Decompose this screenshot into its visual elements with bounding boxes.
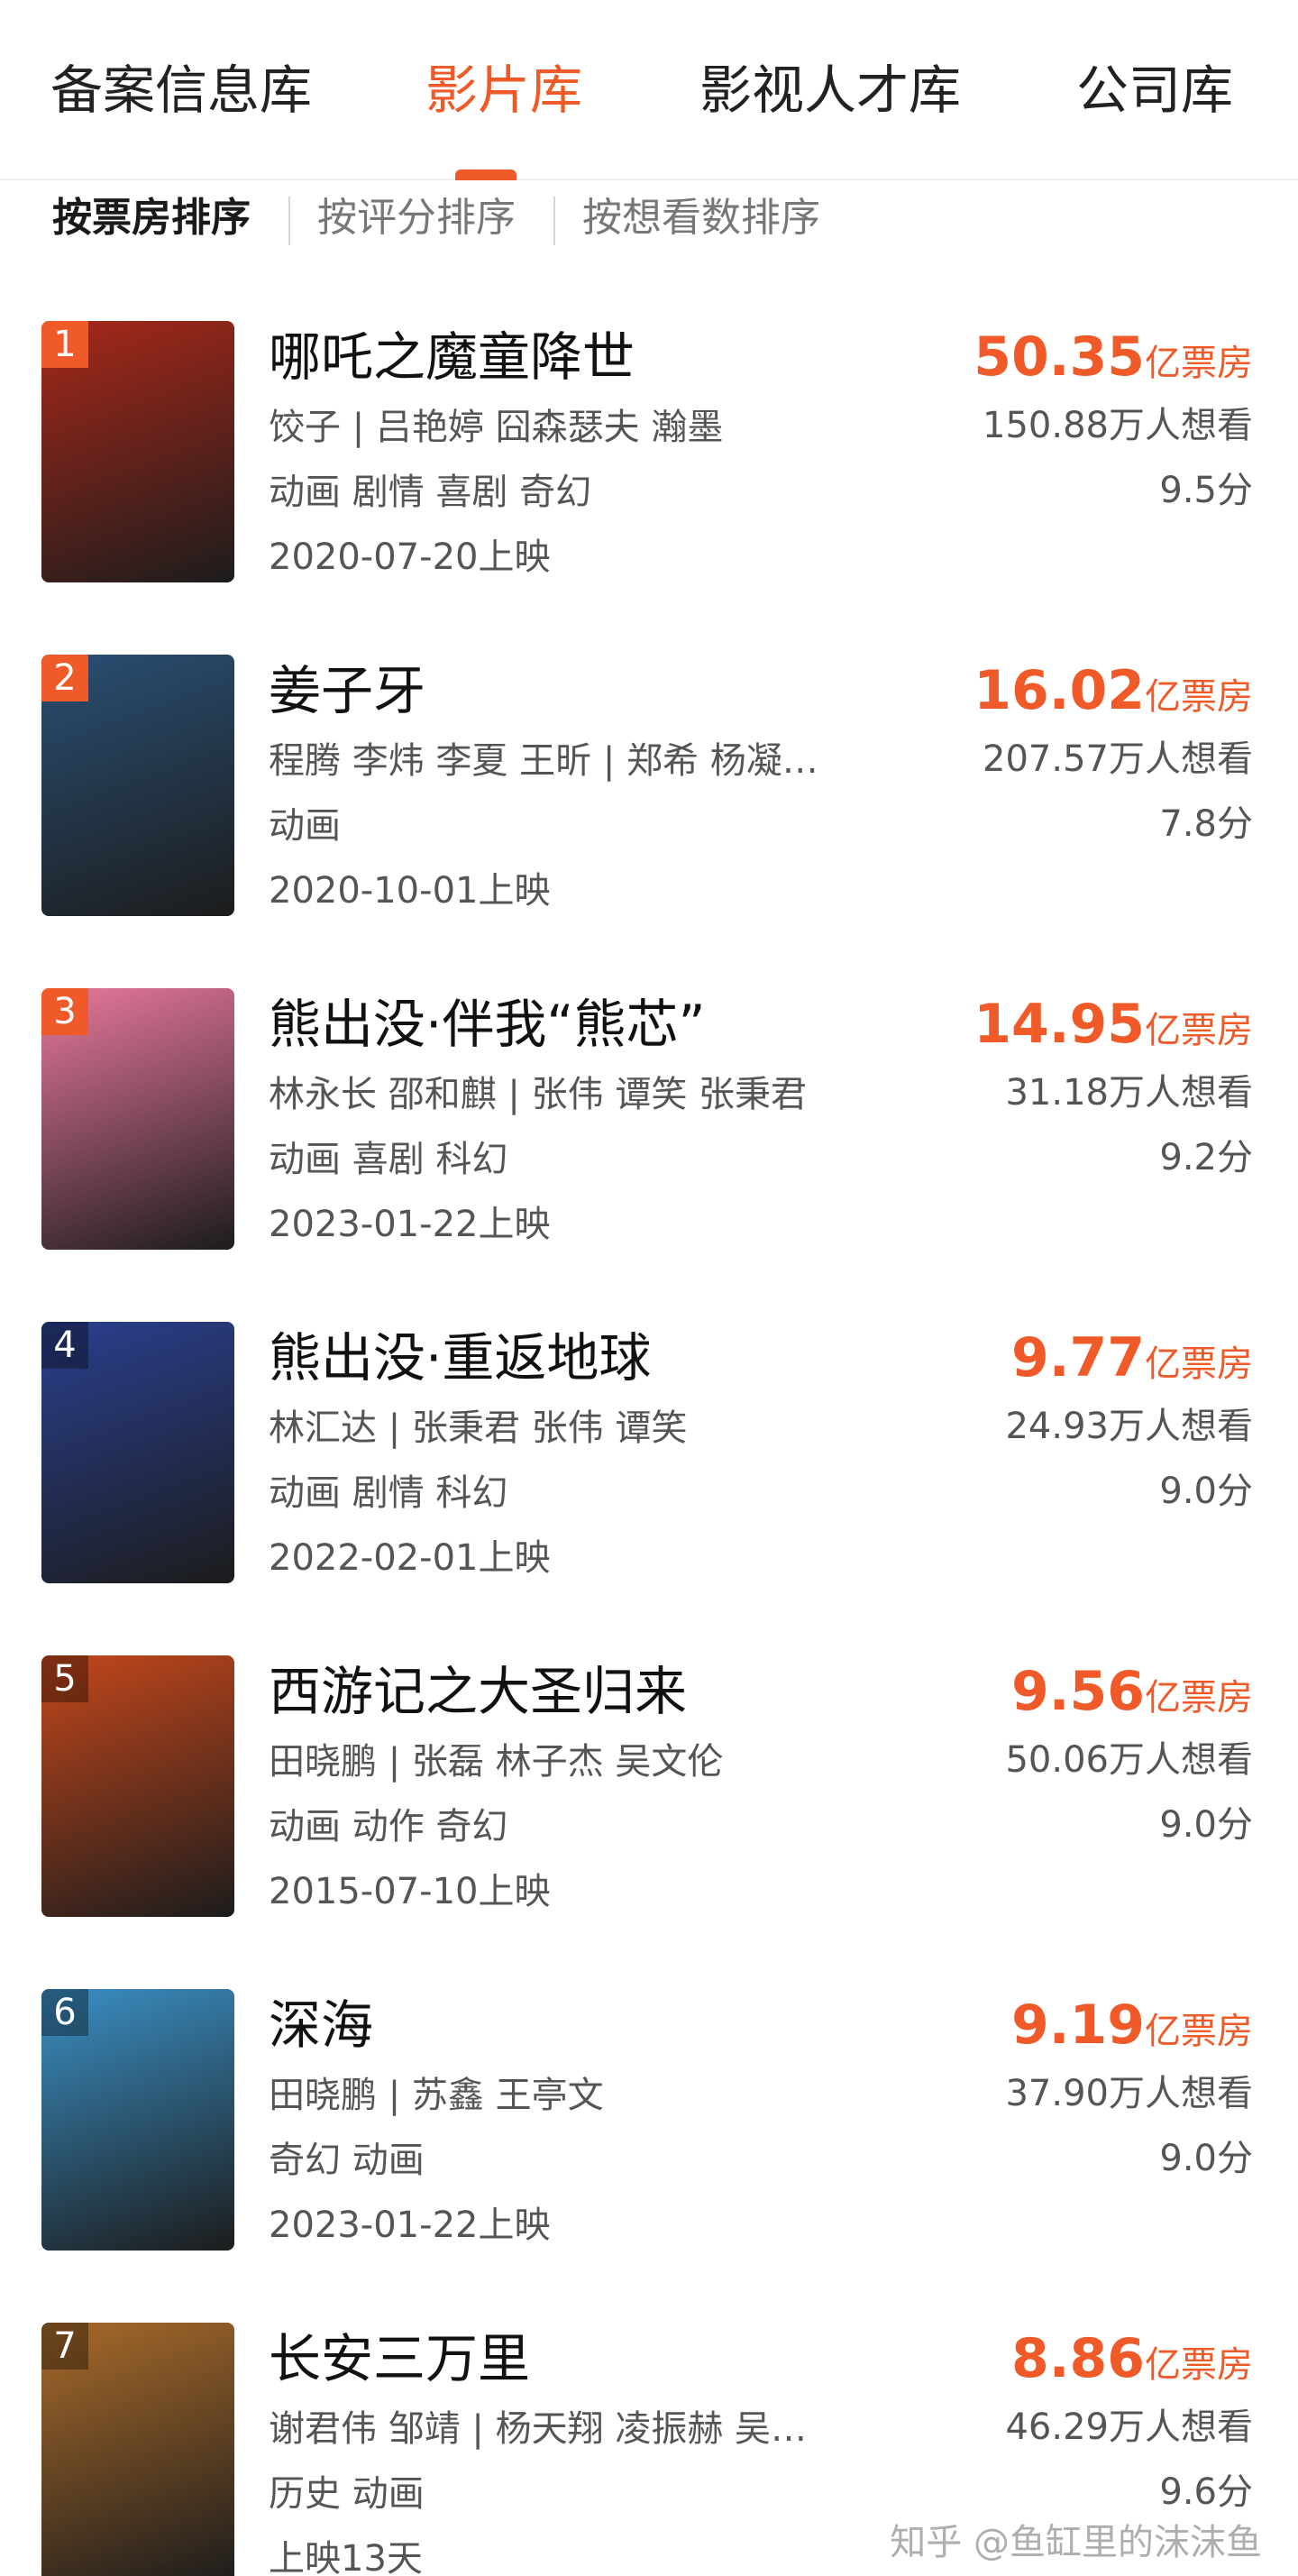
want-count: 24.93万人想看 <box>1005 1406 1253 1447</box>
box-office-value: 9.77 <box>1010 1326 1145 1389</box>
movie-poster[interactable]: 4 <box>41 1322 234 1583</box>
movie-title[interactable]: 长安三万里 <box>269 2323 530 2395</box>
want-count: 50.06万人想看 <box>1005 1739 1253 1781</box>
rank-badge: 2 <box>41 655 88 701</box>
sort-by-want-count[interactable]: 按想看数排序 <box>582 191 820 245</box>
movie-score: 9.2分 <box>1159 1137 1253 1178</box>
rank-badge: 7 <box>41 2323 88 2370</box>
box-office: 9.19亿票房 <box>1011 1989 1253 2061</box>
movie-row[interactable]: 1 哪吒之魔童降世饺子 | 吕艳婷 囧森瑟夫 瀚墨 动画 剧情 喜剧 奇幻 2020-… <box>0 321 1298 653</box>
tab-filing-info[interactable]: 备案信息库 <box>50 54 312 126</box>
movie-release: 上映13天 <box>269 2538 423 2576</box>
movie-score: 9.0分 <box>1159 1804 1253 1846</box>
rank-badge: 3 <box>41 988 88 1035</box>
movie-cast: 田晓鹏 | 苏鑫 王亭文 <box>269 2075 604 2116</box>
tab-talent-library[interactable]: 影视人才库 <box>699 54 961 126</box>
active-tab-indicator <box>455 170 516 180</box>
box-office-value: 16.02 <box>974 659 1145 722</box>
box-office: 9.56亿票房 <box>1011 1655 1253 1728</box>
movie-score: 9.0分 <box>1159 1471 1253 1512</box>
box-office: 8.86亿票房 <box>1011 2323 1253 2395</box>
movie-row[interactable]: 6 深海田晓鹏 | 苏鑫 王亭文 奇幻 动画 2023-01-22上映 9.19亿票房 3… <box>0 1989 1298 2321</box>
rank-badge: 4 <box>41 1322 88 1369</box>
want-count: 37.90万人想看 <box>1005 2073 1253 2114</box>
movie-row[interactable]: 2 姜子牙程腾 李炜 李夏 王昕 | 郑希 杨凝… 动画 2020-10-01上映 16… <box>0 655 1298 986</box>
movie-release: 2023-01-22上映 <box>269 1204 551 1245</box>
want-count: 31.18万人想看 <box>1005 1072 1253 1114</box>
movie-poster[interactable]: 3 <box>41 988 234 1250</box>
rank-badge: 6 <box>41 1989 88 2036</box>
box-office-unit: 亿票房 <box>1145 2344 1253 2386</box>
tab-company-library[interactable]: 公司库 <box>1076 54 1233 126</box>
movie-release: 2015-07-10上映 <box>269 1871 551 1912</box>
sort-by-box-office[interactable]: 按票房排序 <box>52 191 251 245</box>
movie-score: 7.8分 <box>1159 803 1253 845</box>
movie-cast: 谢君伟 邹靖 | 杨天翔 凌振赫 吴… <box>269 2408 808 2450</box>
movie-score: 9.0分 <box>1159 2138 1253 2179</box>
box-office-unit: 亿票房 <box>1145 1010 1253 1051</box>
box-office-value: 9.19 <box>1010 1994 1145 2057</box>
box-office: 16.02亿票房 <box>974 655 1253 727</box>
sort-bar: 按票房排序 按评分排序 按想看数排序 <box>0 180 1298 261</box>
movie-cast: 田晓鹏 | 张磊 林子杰 吴文伦 <box>269 1741 724 1783</box>
movie-release: 2020-07-20上映 <box>269 536 551 578</box>
box-office-value: 8.86 <box>1010 2327 1145 2390</box>
box-office-value: 9.56 <box>1010 1660 1145 1723</box>
top-tab-bar: 备案信息库 影片库 影视人才库 公司库 <box>0 0 1298 180</box>
box-office-unit: 亿票房 <box>1145 1343 1253 1385</box>
box-office: 9.77亿票房 <box>1011 1322 1253 1394</box>
movie-genres: 历史 动画 <box>269 2473 425 2515</box>
box-office-unit: 亿票房 <box>1145 1677 1253 1719</box>
movie-poster[interactable]: 1 <box>41 321 234 582</box>
movie-release: 2022-02-01上映 <box>269 1537 551 1579</box>
movie-row[interactable]: 4 熊出没·重返地球林汇达 | 张秉君 张伟 谭笑 动画 剧情 科幻 2022-02-… <box>0 1322 1298 1654</box>
want-count: 46.29万人想看 <box>1005 2406 1253 2448</box>
sort-by-rating[interactable]: 按评分排序 <box>317 191 516 245</box>
box-office-unit: 亿票房 <box>1145 676 1253 718</box>
movie-library-page: 备案信息库 影片库 影视人才库 公司库 按票房排序 按评分排序 按想看数排序 1… <box>0 0 1298 2576</box>
movie-title[interactable]: 深海 <box>269 1989 373 2061</box>
movie-cast: 林汇达 | 张秉君 张伟 谭笑 <box>269 1407 688 1449</box>
box-office: 14.95亿票房 <box>974 988 1253 1060</box>
movie-poster[interactable]: 2 <box>41 655 234 916</box>
movie-cast: 程腾 李炜 李夏 王昕 | 郑希 杨凝… <box>269 740 818 782</box>
box-office-value: 14.95 <box>974 993 1145 1056</box>
movie-release: 2020-10-01上映 <box>269 870 551 912</box>
watermark: 知乎 @鱼缸里的沫沫鱼 <box>890 2522 1262 2563</box>
movie-title[interactable]: 姜子牙 <box>269 655 425 727</box>
movie-row[interactable]: 3 熊出没·伴我“熊芯” 林永长 邵和麒 | 张伟 谭笑 张秉君 动画 喜剧 科幻 20… <box>0 988 1298 1320</box>
movie-score: 9.6分 <box>1159 2471 1253 2513</box>
movie-genres: 动画 剧情 喜剧 奇幻 <box>269 472 592 513</box>
movie-row[interactable]: 5 西游记之大圣归来田晓鹏 | 张磊 林子杰 吴文伦 动画 动作 奇幻 2015-07… <box>0 1655 1298 1987</box>
movie-title[interactable]: 熊出没·重返地球 <box>269 1322 651 1394</box>
tab-movie-library[interactable]: 影片库 <box>425 54 582 126</box>
movie-poster[interactable]: 6 <box>41 1989 234 2251</box>
movie-score: 9.5分 <box>1159 470 1253 511</box>
movie-genres: 动画 动作 奇幻 <box>269 1806 508 1847</box>
movie-genres: 动画 剧情 科幻 <box>269 1472 508 1514</box>
box-office-value: 50.35 <box>974 325 1145 389</box>
sort-divider <box>553 197 555 245</box>
movie-release: 2023-01-22上映 <box>269 2205 551 2246</box>
movie-genres: 动画 <box>269 805 341 847</box>
movie-title[interactable]: 熊出没·伴我“熊芯” <box>269 988 706 1060</box>
rank-badge: 1 <box>41 321 88 368</box>
want-count: 207.57万人想看 <box>983 738 1253 780</box>
movie-title[interactable]: 哪吒之魔童降世 <box>269 321 635 393</box>
movie-cast: 林永长 邵和麒 | 张伟 谭笑 张秉君 <box>269 1074 808 1115</box>
movie-genres: 动画 喜剧 科幻 <box>269 1139 508 1180</box>
movie-genres: 奇幻 动画 <box>269 2140 425 2181</box>
movie-poster[interactable]: 5 <box>41 1655 234 1917</box>
rank-badge: 5 <box>41 1655 88 1702</box>
movie-poster[interactable]: 7 <box>41 2323 234 2576</box>
movie-title[interactable]: 西游记之大圣归来 <box>269 1655 687 1728</box>
want-count: 150.88万人想看 <box>983 405 1253 446</box>
box-office: 50.35亿票房 <box>974 321 1253 393</box>
box-office-unit: 亿票房 <box>1145 2011 1253 2052</box>
movie-cast: 饺子 | 吕艳婷 囧森瑟夫 瀚墨 <box>269 407 724 448</box>
sort-divider <box>288 197 290 245</box>
box-office-unit: 亿票房 <box>1145 343 1253 384</box>
